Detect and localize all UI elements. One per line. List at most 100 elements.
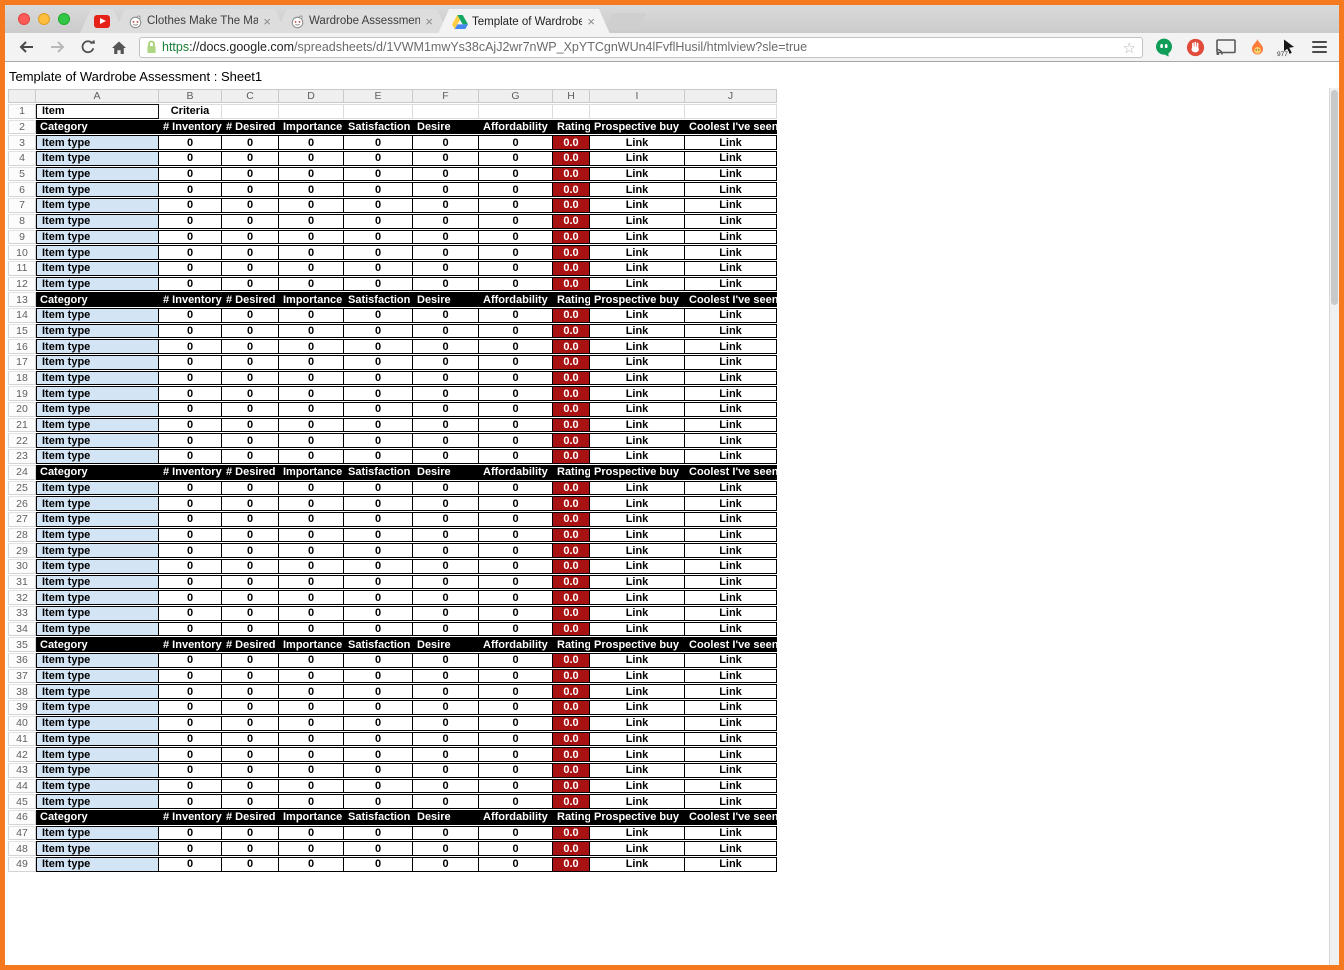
coolest-seen-link-cell[interactable]: Link <box>685 825 777 841</box>
prospective-buy-link-cell[interactable]: Link <box>590 370 685 386</box>
coolest-seen-link-cell[interactable]: Link <box>685 653 777 668</box>
prospective-buy-link-cell[interactable]: Link <box>590 496 685 511</box>
coolest-seen-link-cell[interactable]: Link <box>685 668 777 684</box>
reload-button[interactable] <box>77 36 99 58</box>
prospective-buy-link-cell[interactable]: Link <box>590 590 685 605</box>
prospective-buy-link-cell[interactable]: Link <box>590 449 685 464</box>
prospective-buy-link-cell[interactable]: Link <box>590 323 685 339</box>
tab-close-icon[interactable]: × <box>262 15 272 28</box>
prospective-buy-link-cell[interactable]: Link <box>590 543 685 558</box>
prospective-buy-link-cell[interactable]: Link <box>590 433 685 449</box>
prospective-buy-link-cell[interactable]: Link <box>590 731 685 747</box>
bookmark-star-icon[interactable]: ☆ <box>1123 39 1136 57</box>
coolest-seen-link-cell[interactable]: Link <box>685 449 777 464</box>
coolest-seen-link-cell[interactable]: Link <box>685 496 777 511</box>
tab-close-icon[interactable]: × <box>424 15 434 28</box>
prospective-buy-link-cell[interactable]: Link <box>590 558 685 574</box>
coolest-seen-link-cell[interactable]: Link <box>685 574 777 590</box>
coolest-seen-link-cell[interactable]: Link <box>685 480 777 496</box>
home-button[interactable] <box>108 36 130 58</box>
coolest-seen-link-cell[interactable]: Link <box>685 433 777 449</box>
prospective-buy-link-cell[interactable]: Link <box>590 606 685 621</box>
prospective-buy-link-cell[interactable]: Link <box>590 402 685 417</box>
coolest-seen-link-cell[interactable]: Link <box>685 857 777 872</box>
prospective-buy-link-cell[interactable]: Link <box>590 339 685 354</box>
scrollbar-thumb[interactable] <box>1331 90 1338 305</box>
coolest-seen-link-cell[interactable]: Link <box>685 590 777 605</box>
coolest-seen-link-cell[interactable]: Link <box>685 276 777 292</box>
prospective-buy-link-cell[interactable]: Link <box>590 276 685 292</box>
coolest-seen-link-cell[interactable]: Link <box>685 731 777 747</box>
coolest-seen-link-cell[interactable]: Link <box>685 684 777 700</box>
address-bar[interactable]: https://docs.google.com/spreadsheets/d/1… <box>139 36 1143 58</box>
coolest-seen-link-cell[interactable]: Link <box>685 762 777 778</box>
coolest-seen-link-cell[interactable]: Link <box>685 606 777 621</box>
prospective-buy-link-cell[interactable]: Link <box>590 511 685 527</box>
coolest-seen-link-cell[interactable]: Link <box>685 543 777 558</box>
coolest-seen-link-cell[interactable]: Link <box>685 245 777 260</box>
coolest-seen-link-cell[interactable]: Link <box>685 794 777 809</box>
coolest-seen-link-cell[interactable]: Link <box>685 747 777 762</box>
cast-extension-icon[interactable] <box>1216 37 1236 57</box>
coolest-seen-link-cell[interactable]: Link <box>685 402 777 417</box>
coolest-seen-link-cell[interactable]: Link <box>685 841 777 856</box>
zoom-window-button[interactable] <box>58 13 70 25</box>
coolest-seen-link-cell[interactable]: Link <box>685 527 777 543</box>
prospective-buy-link-cell[interactable]: Link <box>590 355 685 370</box>
new-tab-button[interactable] <box>603 13 647 30</box>
coolest-seen-link-cell[interactable]: Link <box>685 323 777 339</box>
prospective-buy-link-cell[interactable]: Link <box>590 307 685 323</box>
coolest-seen-link-cell[interactable]: Link <box>685 260 777 276</box>
minimize-window-button[interactable] <box>38 13 50 25</box>
back-button[interactable] <box>15 36 37 58</box>
coolest-seen-link-cell[interactable]: Link <box>685 213 777 229</box>
coolest-seen-link-cell[interactable]: Link <box>685 700 777 715</box>
coolest-seen-link-cell[interactable]: Link <box>685 370 777 386</box>
coolest-seen-link-cell[interactable]: Link <box>685 511 777 527</box>
coolest-seen-link-cell[interactable]: Link <box>685 778 777 794</box>
tab-template-wardrobe-assessment[interactable]: Template of Wardrobe Ass × <box>438 9 610 34</box>
prospective-buy-link-cell[interactable]: Link <box>590 715 685 731</box>
fire-extension-icon[interactable] <box>1247 37 1267 57</box>
coolest-seen-link-cell[interactable]: Link <box>685 166 777 182</box>
prospective-buy-link-cell[interactable]: Link <box>590 857 685 872</box>
prospective-buy-link-cell[interactable]: Link <box>590 747 685 762</box>
prospective-buy-link-cell[interactable]: Link <box>590 480 685 496</box>
coolest-seen-link-cell[interactable]: Link <box>685 339 777 354</box>
coolest-seen-link-cell[interactable]: Link <box>685 198 777 213</box>
forward-button[interactable] <box>46 36 68 58</box>
coolest-seen-link-cell[interactable]: Link <box>685 417 777 433</box>
cursor-extension-icon[interactable]: 977 <box>1276 37 1298 58</box>
adblock-extension-icon[interactable] <box>1185 37 1205 57</box>
close-window-button[interactable] <box>18 13 30 25</box>
prospective-buy-link-cell[interactable]: Link <box>590 386 685 402</box>
prospective-buy-link-cell[interactable]: Link <box>590 182 685 198</box>
prospective-buy-link-cell[interactable]: Link <box>590 151 685 166</box>
prospective-buy-link-cell[interactable]: Link <box>590 527 685 543</box>
prospective-buy-link-cell[interactable]: Link <box>590 417 685 433</box>
prospective-buy-link-cell[interactable]: Link <box>590 574 685 590</box>
prospective-buy-link-cell[interactable]: Link <box>590 653 685 668</box>
prospective-buy-link-cell[interactable]: Link <box>590 700 685 715</box>
tab-close-icon[interactable]: × <box>586 15 596 28</box>
prospective-buy-link-cell[interactable]: Link <box>590 684 685 700</box>
coolest-seen-link-cell[interactable]: Link <box>685 621 777 637</box>
prospective-buy-link-cell[interactable]: Link <box>590 762 685 778</box>
coolest-seen-link-cell[interactable]: Link <box>685 715 777 731</box>
chrome-menu-button[interactable] <box>1309 37 1329 57</box>
prospective-buy-link-cell[interactable]: Link <box>590 135 685 151</box>
coolest-seen-link-cell[interactable]: Link <box>685 135 777 151</box>
prospective-buy-link-cell[interactable]: Link <box>590 213 685 229</box>
tab-clothes-make-the-man[interactable]: Clothes Make The Man × <box>114 9 286 33</box>
prospective-buy-link-cell[interactable]: Link <box>590 166 685 182</box>
coolest-seen-link-cell[interactable]: Link <box>685 182 777 198</box>
prospective-buy-link-cell[interactable]: Link <box>590 245 685 260</box>
prospective-buy-link-cell[interactable]: Link <box>590 198 685 213</box>
prospective-buy-link-cell[interactable]: Link <box>590 229 685 245</box>
coolest-seen-link-cell[interactable]: Link <box>685 386 777 402</box>
hangouts-extension-icon[interactable] <box>1154 37 1174 57</box>
prospective-buy-link-cell[interactable]: Link <box>590 778 685 794</box>
prospective-buy-link-cell[interactable]: Link <box>590 794 685 809</box>
prospective-buy-link-cell[interactable]: Link <box>590 621 685 637</box>
coolest-seen-link-cell[interactable]: Link <box>685 229 777 245</box>
